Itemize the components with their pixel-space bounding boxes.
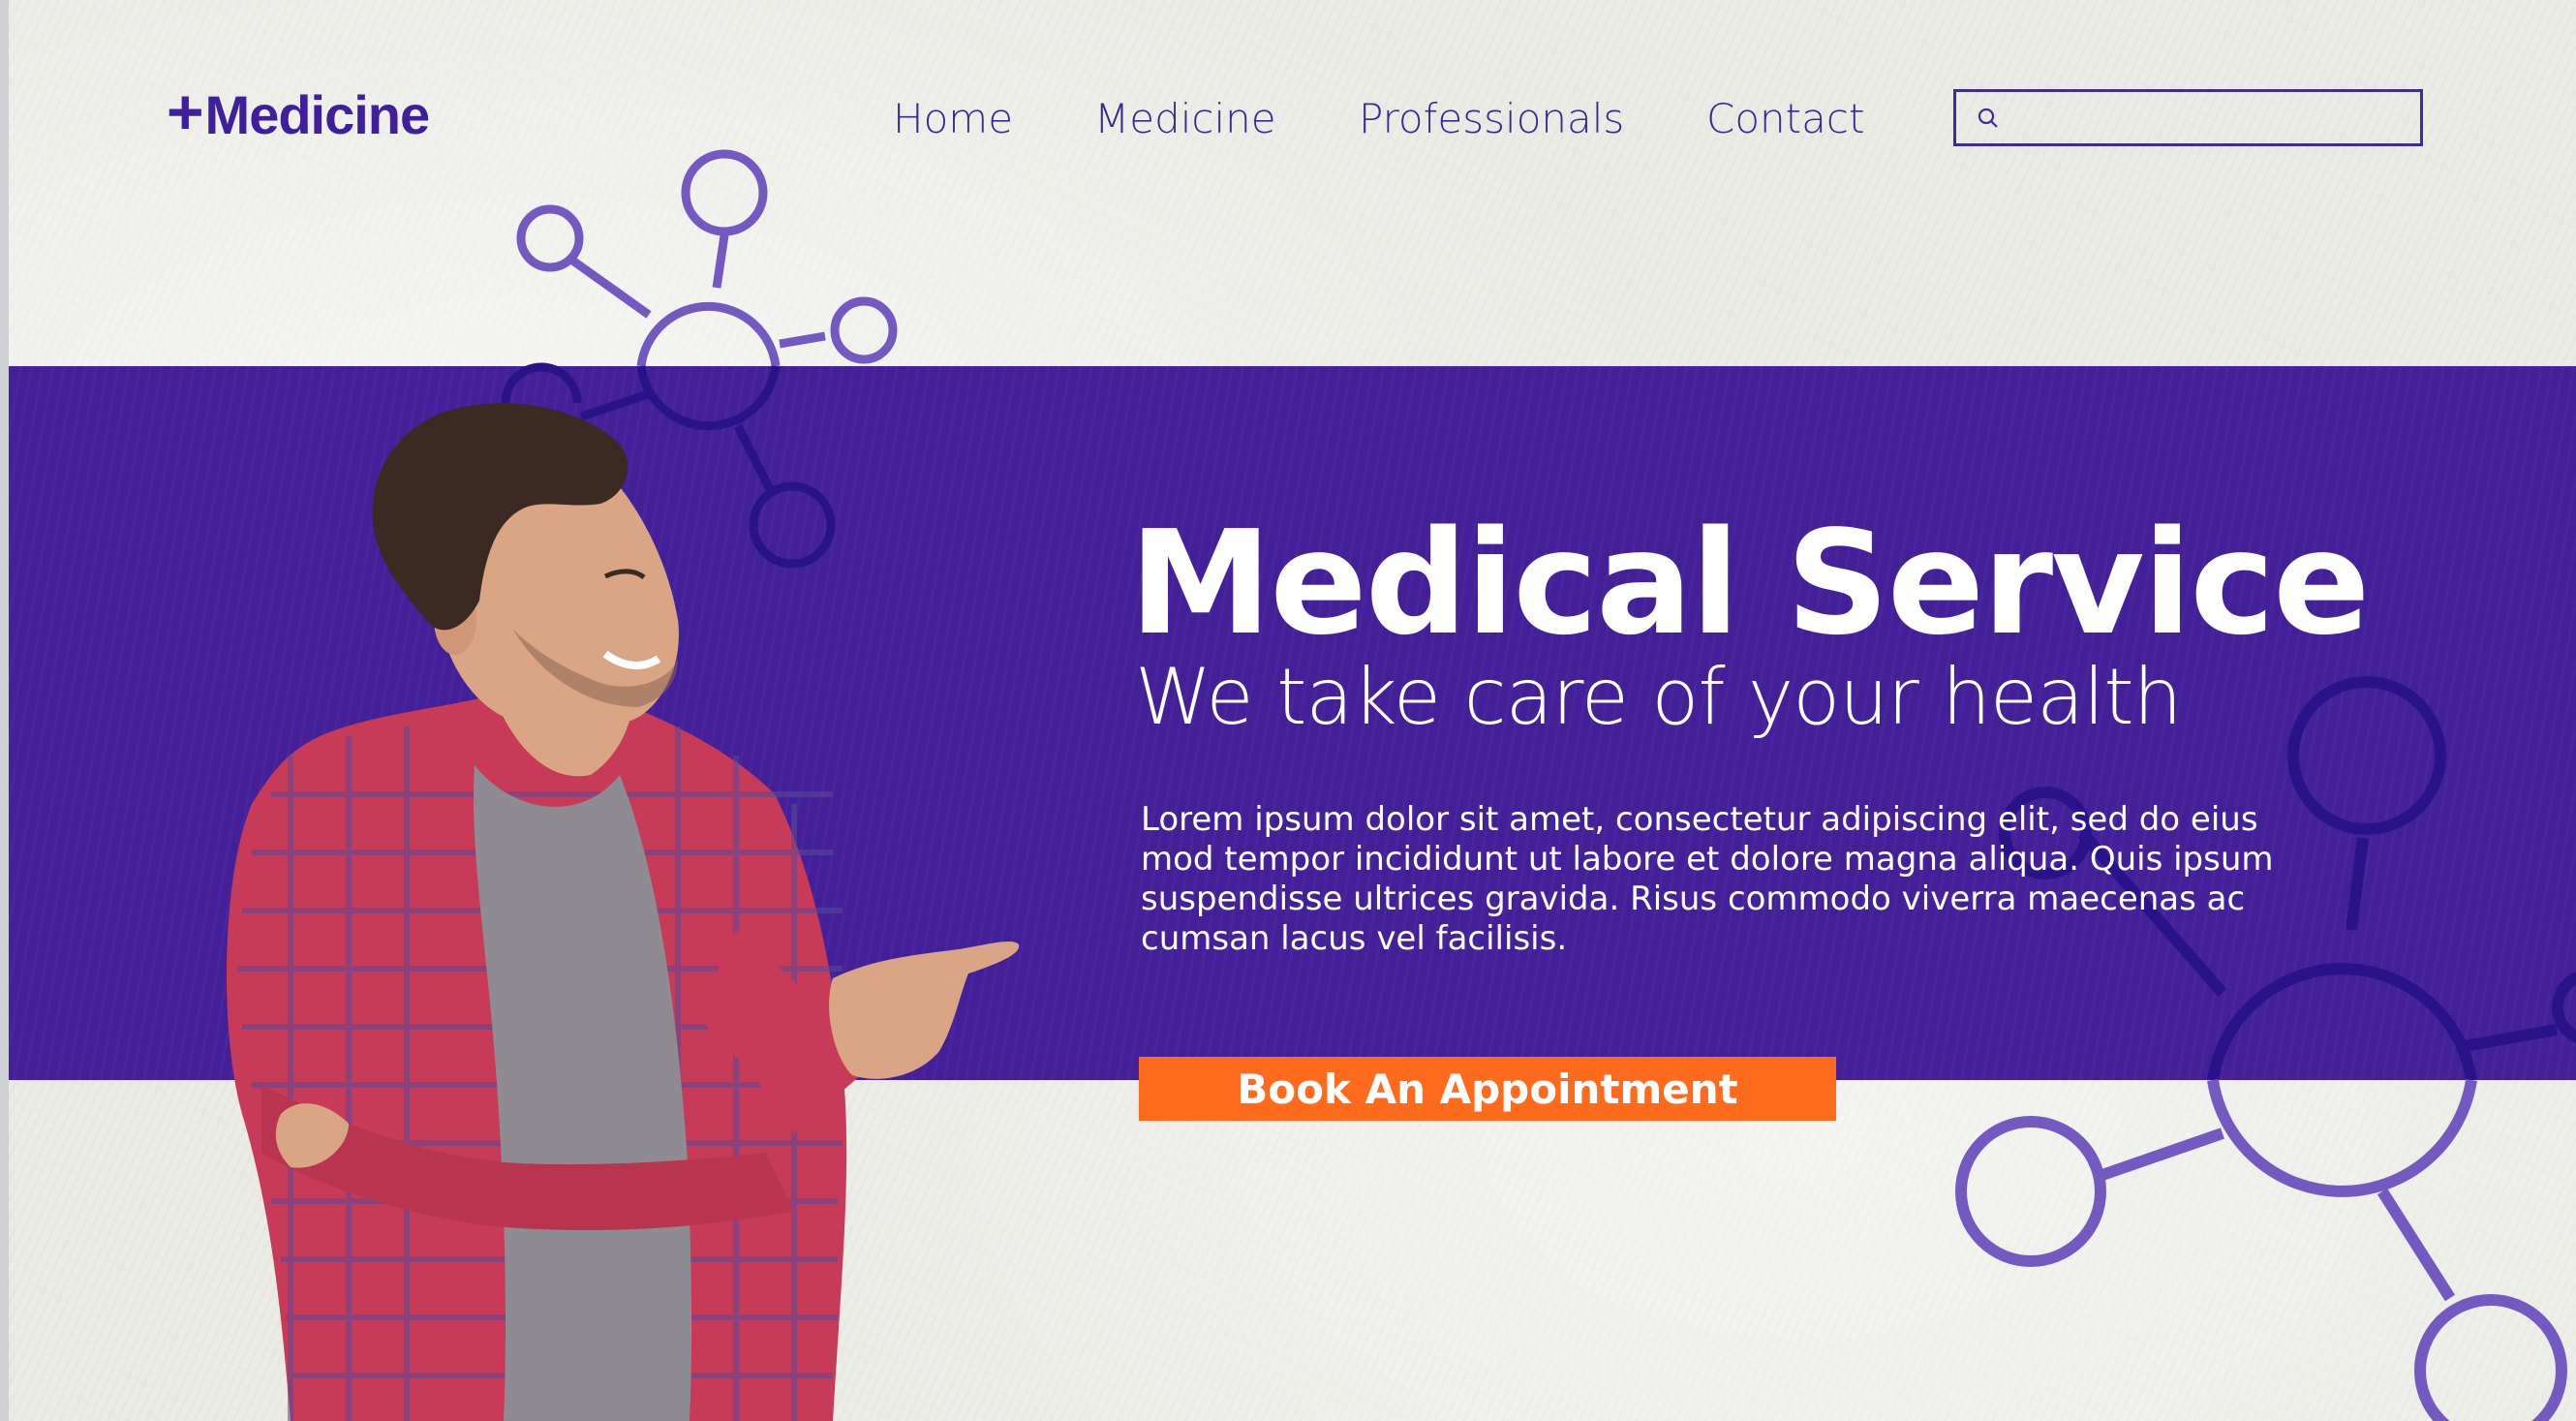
search-box[interactable] [1953, 89, 2423, 146]
brand-logo[interactable]: + Medicine [167, 79, 431, 146]
landing-page: + Medicine Home Medicine Professionals C… [0, 0, 2576, 1421]
hero-title: Medical Service [1129, 500, 2370, 666]
search-icon [1978, 108, 1998, 128]
plus-icon: + [167, 75, 204, 147]
book-appointment-button[interactable]: Book An Appointment [1139, 1057, 1836, 1121]
hero-description: Lorem ipsum dolor sit amet, consectetur … [1141, 800, 2274, 958]
nav-contact[interactable]: Contact [1706, 95, 1864, 142]
search-input[interactable] [2014, 100, 2406, 139]
nav-professionals[interactable]: Professionals [1359, 95, 1624, 142]
hero-subtitle: We take care of your health [1135, 652, 2182, 742]
nav-home[interactable]: Home [893, 95, 1013, 142]
nav-medicine[interactable]: Medicine [1094, 95, 1276, 142]
brand-name: Medicine [204, 84, 431, 145]
